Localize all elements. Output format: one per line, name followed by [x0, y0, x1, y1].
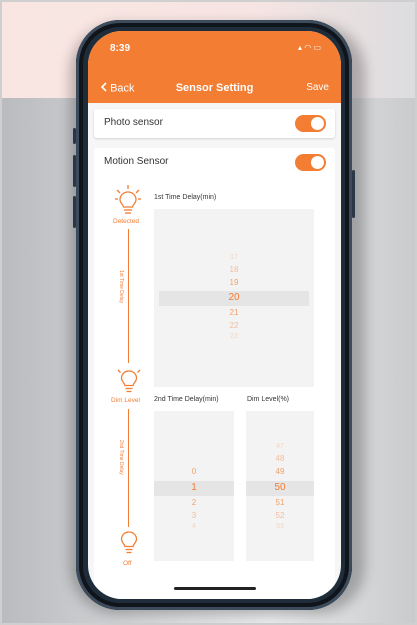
dim-level-label: Dim Level: [111, 397, 140, 404]
picker-option[interactable]: 19: [154, 278, 314, 287]
second-delay-picker[interactable]: 0 1 2 3 4: [154, 411, 234, 561]
motion-sensor-toggle[interactable]: [295, 154, 326, 171]
bulb-off-icon: [119, 529, 139, 562]
picker-option[interactable]: 0: [154, 467, 234, 476]
second-delay-title: 2nd Time Delay(min): [154, 396, 219, 403]
first-delay-line: [128, 229, 129, 363]
first-delay-vertical-label: 1st Time Delay: [118, 270, 124, 304]
mute-switch: [73, 128, 76, 144]
photo-sensor-row: Photo sensor: [94, 109, 335, 138]
picker-option[interactable]: 17: [154, 254, 314, 261]
motion-sensor-row: Motion Sensor: [94, 148, 335, 177]
status-time: 8:39: [110, 43, 131, 54]
phone-screen: 8:39 ▴ ◠ ▭ Back Sensor Setting Save Phot…: [88, 31, 341, 599]
save-button[interactable]: Save: [306, 82, 329, 93]
picker-option[interactable]: 53: [246, 523, 314, 530]
bulb-on-icon: [115, 184, 141, 221]
picker-option[interactable]: 49: [246, 467, 314, 476]
dim-level-picker[interactable]: 47 48 49 50 51 52 53: [246, 411, 314, 561]
picker-option[interactable]: 18: [154, 265, 314, 274]
motion-sensor-label: Motion Sensor: [104, 156, 169, 167]
motion-settings-panel: Detected 1st Time Delay Dim Level 2nd Ti…: [94, 174, 335, 599]
off-label: Off: [123, 560, 132, 567]
power-button: [352, 170, 355, 218]
home-indicator[interactable]: [174, 587, 256, 590]
detected-label: Detected: [113, 218, 140, 225]
volume-down-button: [73, 196, 76, 228]
app-header: 8:39 ▴ ◠ ▭ Back Sensor Setting Save: [88, 31, 341, 103]
picker-selected-value[interactable]: 20: [154, 292, 314, 303]
photo-sensor-label: Photo sensor: [104, 117, 163, 128]
second-delay-line: [128, 409, 129, 527]
first-delay-picker[interactable]: 17 18 19 20 21 22 23: [154, 209, 314, 387]
picker-option[interactable]: 23: [154, 333, 314, 340]
picker-option[interactable]: 4: [154, 523, 234, 530]
picker-option[interactable]: 3: [154, 511, 234, 520]
picker-option[interactable]: 51: [246, 498, 314, 507]
picker-option[interactable]: 47: [246, 443, 314, 450]
volume-up-button: [73, 155, 76, 187]
picker-selected-value[interactable]: 1: [154, 482, 234, 493]
picker-option[interactable]: 22: [154, 321, 314, 330]
toggle-knob: [311, 117, 324, 130]
first-delay-title: 1st Time Delay(min): [154, 194, 217, 201]
dim-level-title: Dim Level(%): [247, 396, 290, 403]
status-icons: ▴ ◠ ▭: [298, 43, 321, 52]
picker-option[interactable]: 21: [154, 308, 314, 317]
photo-sensor-toggle[interactable]: [295, 115, 326, 132]
picker-option[interactable]: 52: [246, 511, 314, 520]
bulb-dim-icon: [117, 364, 141, 399]
picker-selected-value[interactable]: 50: [246, 482, 314, 493]
picker-option[interactable]: 48: [246, 454, 314, 463]
toggle-knob: [311, 156, 324, 169]
page-title: Sensor Setting: [175, 82, 254, 94]
picker-option[interactable]: 2: [154, 498, 234, 507]
second-delay-vertical-label: 2nd Time Delay: [118, 440, 124, 475]
